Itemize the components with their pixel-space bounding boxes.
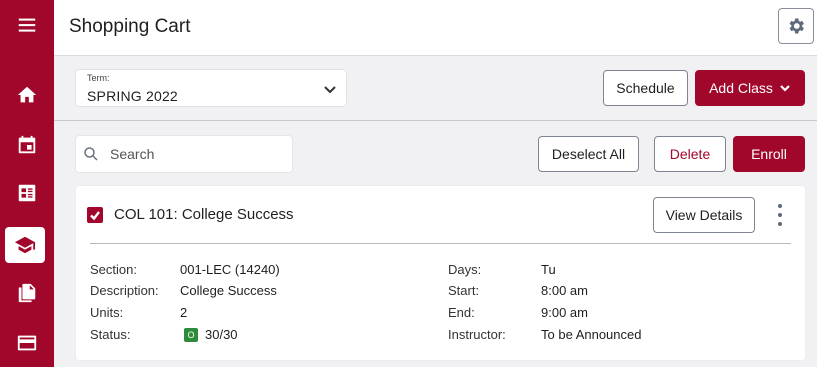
- sidebar-item-calendar[interactable]: [0, 127, 54, 163]
- home-icon: [17, 86, 37, 103]
- end-label: End:: [448, 305, 475, 320]
- chevron-down-icon: [323, 82, 337, 96]
- sidebar-item-home[interactable]: [0, 77, 54, 113]
- deselect-all-button[interactable]: Deselect All: [538, 136, 639, 172]
- start-value: 8:00 am: [541, 283, 588, 298]
- term-select[interactable]: Term: SPRING 2022: [76, 70, 346, 106]
- end-value: 9:00 am: [541, 305, 588, 320]
- sidebar-item-documents[interactable]: [0, 275, 54, 311]
- checkmark-icon: [90, 211, 100, 221]
- sidebar-item-payments[interactable]: [0, 325, 54, 361]
- gear-icon: [789, 18, 804, 34]
- status-label: Status:: [90, 327, 131, 342]
- search-icon: [84, 147, 98, 161]
- delete-button[interactable]: Delete: [654, 136, 726, 172]
- sidebar-item-academics[interactable]: [5, 227, 45, 263]
- settings-button[interactable]: [778, 8, 814, 44]
- card-divider: [90, 243, 791, 244]
- status-open-badge: O: [184, 328, 198, 342]
- graduation-cap-icon: [14, 236, 36, 254]
- description-value: College Success: [180, 283, 277, 298]
- days-value: Tu: [541, 262, 556, 277]
- list-icon: [18, 184, 36, 202]
- schedule-button[interactable]: Schedule: [603, 70, 688, 106]
- documents-icon: [18, 283, 36, 303]
- term-value: SPRING 2022: [87, 88, 178, 104]
- add-class-label: Add Class: [709, 80, 773, 96]
- units-label: Units:: [90, 305, 124, 320]
- class-title: COL 101: College Success: [114, 206, 294, 223]
- menu-icon: [18, 18, 36, 32]
- more-options-icon[interactable]: [773, 202, 787, 228]
- view-details-button[interactable]: View Details: [653, 197, 755, 233]
- class-card: COL 101: College Success View Details Se…: [76, 186, 805, 360]
- page-title: Shopping Cart: [69, 16, 191, 37]
- menu-button[interactable]: [0, 7, 54, 43]
- search-input[interactable]: [110, 136, 286, 172]
- search-box: [76, 136, 292, 172]
- calendar-icon: [18, 135, 36, 154]
- section-value: 001-LEC (14240): [180, 262, 280, 277]
- class-select-checkbox[interactable]: [87, 207, 103, 223]
- section-label: Section:: [90, 262, 137, 277]
- toolbar-divider: [54, 120, 817, 121]
- add-class-button[interactable]: Add Class: [695, 70, 805, 106]
- description-label: Description:: [90, 283, 159, 298]
- days-label: Days:: [448, 262, 482, 277]
- status-value: 30/30: [205, 327, 238, 342]
- units-value: 2: [180, 305, 188, 320]
- page-header: Shopping Cart: [54, 0, 817, 56]
- term-label: Term:: [87, 73, 110, 83]
- instructor-value: To be Announced: [541, 327, 642, 342]
- enroll-button[interactable]: Enroll: [733, 136, 805, 172]
- sidebar-item-list[interactable]: [0, 175, 54, 211]
- instructor-label: Instructor:: [448, 327, 506, 342]
- chevron-down-icon: [780, 85, 790, 92]
- start-label: Start:: [448, 283, 480, 298]
- sidebar: [0, 0, 54, 367]
- credit-card-icon: [17, 335, 37, 351]
